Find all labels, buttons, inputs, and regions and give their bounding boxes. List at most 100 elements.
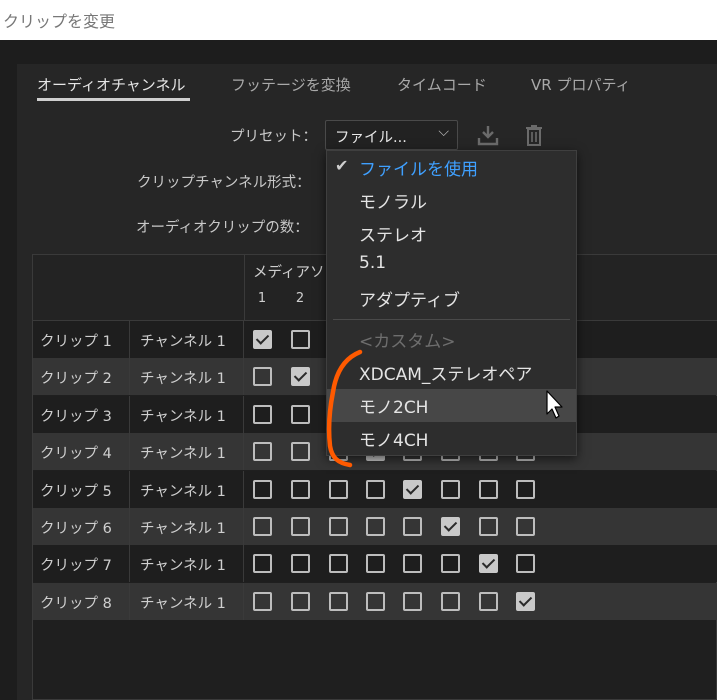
channel-checkbox[interactable] xyxy=(516,479,535,499)
menu-item-mono-2ch[interactable]: モノ2CH xyxy=(327,389,576,422)
tab-timecode[interactable]: タイムコード xyxy=(397,74,487,95)
menu-item-label: モノラル xyxy=(359,193,427,213)
channel-checkbox[interactable] xyxy=(253,330,272,349)
channel-checkbox[interactable] xyxy=(291,554,310,574)
channel-checkbox[interactable] xyxy=(291,404,310,424)
channel-checkbox[interactable] xyxy=(291,442,310,462)
channel-checkbox[interactable] xyxy=(253,554,272,574)
channel-checkbox[interactable] xyxy=(403,517,422,536)
channel-cell: チャンネル 1 xyxy=(130,582,244,620)
checkmark-icon: ✔ xyxy=(335,156,349,175)
channel-checkbox[interactable] xyxy=(253,404,272,424)
preset-dropdown[interactable]: ファイル... ⌵ xyxy=(325,120,458,150)
channel-checkbox[interactable] xyxy=(253,367,272,387)
channel-checkbox[interactable] xyxy=(403,591,422,611)
menu-item-mono-4ch[interactable]: モノ4CH xyxy=(327,422,576,455)
channel-checkbox[interactable] xyxy=(253,442,272,462)
channel-checkbox[interactable] xyxy=(441,517,460,536)
channel-checkbox[interactable] xyxy=(479,591,498,611)
menu-item-xdcam-stereo-pair[interactable]: XDCAM_ステレオペア xyxy=(327,356,576,389)
channel-label: チャンネル 1 xyxy=(140,408,226,425)
channel-label: チャンネル 1 xyxy=(140,371,226,388)
preset-menu: ✔ ファイルを使用 モノラル ステレオ 5.1 アダプティブ <カスタム> XD… xyxy=(326,150,577,456)
trash-icon xyxy=(526,125,542,146)
tab-interpret-footage[interactable]: フッテージを変換 xyxy=(231,74,351,95)
clip-cell: クリップ 8 xyxy=(33,582,130,620)
chevron-down-icon: ⌵ xyxy=(438,124,449,140)
clip-label: クリップ 6 xyxy=(40,521,112,537)
menu-item-label: 5.1 xyxy=(359,253,387,273)
menu-item-adaptive[interactable]: アダプティブ xyxy=(327,282,576,315)
menu-item-label: ファイルを使用 xyxy=(359,160,478,180)
tab-vr-properties[interactable]: VR プロパティ xyxy=(531,74,631,95)
menu-separator xyxy=(333,319,570,320)
channel-checkbox[interactable] xyxy=(329,517,348,536)
clip-label: クリップ 2 xyxy=(40,371,112,388)
menu-item-use-file[interactable]: ✔ ファイルを使用 xyxy=(327,151,576,184)
menu-item-5-1[interactable]: 5.1 xyxy=(327,249,576,282)
download-icon xyxy=(477,126,499,146)
channel-checkbox[interactable] xyxy=(329,479,348,499)
channel-checkbox[interactable] xyxy=(366,591,385,611)
window-title: クリップを変更 xyxy=(3,12,116,31)
menu-item-label: ステレオ xyxy=(359,226,427,246)
menu-item-label: <カスタム> xyxy=(359,332,456,352)
tab-audio-channels[interactable]: オーディオチャンネル xyxy=(37,74,186,95)
menu-item-mono[interactable]: モノラル xyxy=(327,184,576,217)
channel-checkbox[interactable] xyxy=(403,554,422,574)
channel-checkbox[interactable] xyxy=(291,479,310,499)
channel-checkbox[interactable] xyxy=(291,330,310,349)
grid-row: クリップ 8 チャンネル 1 xyxy=(33,582,717,620)
channel-cell: チャンネル 1 xyxy=(130,395,244,433)
channel-checkbox[interactable] xyxy=(403,479,422,499)
channel-checkbox[interactable] xyxy=(291,367,310,387)
channel-label: チャンネル 1 xyxy=(140,334,226,350)
header-divider xyxy=(244,255,245,321)
channel-checkbox[interactable] xyxy=(329,591,348,611)
channel-checkbox[interactable] xyxy=(366,517,385,536)
channel-checkbox[interactable] xyxy=(479,517,498,536)
channel-checkbox[interactable] xyxy=(516,554,535,574)
clip-cell: クリップ 1 xyxy=(33,321,130,358)
channel-checkbox[interactable] xyxy=(366,554,385,574)
channel-checkbox[interactable] xyxy=(291,517,310,536)
active-tab-indicator xyxy=(37,98,190,101)
channel-label: チャンネル 1 xyxy=(140,521,226,537)
grid-row: クリップ 6 チャンネル 1 xyxy=(33,508,717,545)
delete-preset-button[interactable] xyxy=(520,122,548,150)
channel-label: チャンネル 1 xyxy=(140,558,226,575)
channel-checkbox[interactable] xyxy=(516,591,535,611)
preset-value: ファイル... xyxy=(335,130,407,146)
clip-label: クリップ 7 xyxy=(40,558,112,575)
channel-checkbox[interactable] xyxy=(479,554,498,574)
menu-item-label: アダプティブ xyxy=(359,291,460,311)
channel-checkbox[interactable] xyxy=(479,479,498,499)
channel-checkbox[interactable] xyxy=(253,591,272,611)
clip-label: クリップ 8 xyxy=(40,595,112,612)
save-preset-button[interactable] xyxy=(474,122,502,150)
channel-label: チャンネル 1 xyxy=(140,595,226,612)
channel-checkbox[interactable] xyxy=(366,479,385,499)
channel-cell: チャンネル 1 xyxy=(130,358,244,396)
menu-item-label: モノ2CH xyxy=(359,398,429,418)
window-titlebar: クリップを変更 xyxy=(0,0,717,40)
channel-label: チャンネル 1 xyxy=(140,483,226,500)
clip-label: クリップ 3 xyxy=(40,408,112,425)
channel-checkbox[interactable] xyxy=(253,517,272,536)
channel-cell: チャンネル 1 xyxy=(130,321,244,358)
channel-cell: チャンネル 1 xyxy=(130,545,244,583)
clip-cell: クリップ 4 xyxy=(33,433,130,471)
channel-label: チャンネル 1 xyxy=(140,446,226,463)
menu-item-label: モノ4CH xyxy=(359,431,429,451)
clip-cell: クリップ 2 xyxy=(33,358,130,396)
channel-checkbox[interactable] xyxy=(291,591,310,611)
menu-item-stereo[interactable]: ステレオ xyxy=(327,217,576,250)
channel-checkbox[interactable] xyxy=(516,517,535,536)
channel-checkbox[interactable] xyxy=(441,554,460,574)
channel-checkbox[interactable] xyxy=(329,554,348,574)
channel-checkbox[interactable] xyxy=(441,591,460,611)
channel-checkbox[interactable] xyxy=(253,479,272,499)
clip-cell: クリップ 6 xyxy=(33,508,130,545)
channel-checkbox[interactable] xyxy=(441,479,460,499)
menu-item-label: XDCAM_ステレオペア xyxy=(359,365,533,385)
